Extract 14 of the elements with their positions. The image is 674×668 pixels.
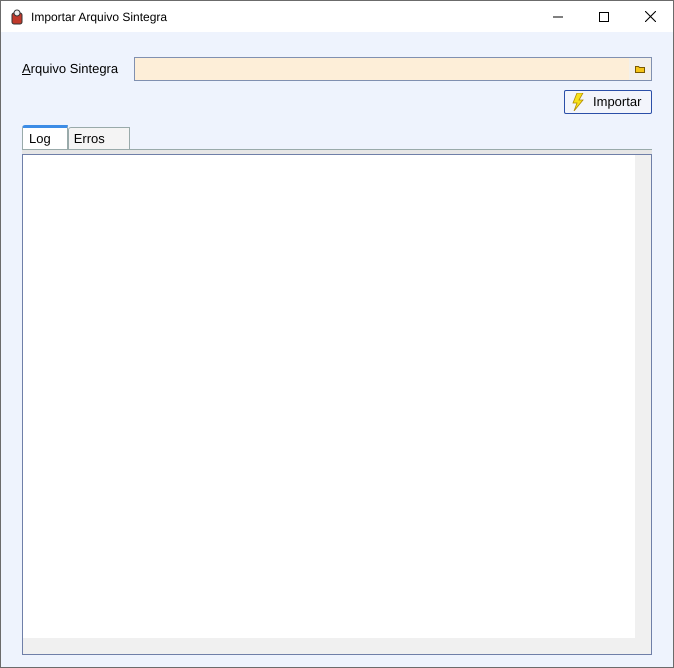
window-title: Importar Arquivo Sintegra [31,8,168,26]
close-icon [644,11,656,22]
vertical-scrollbar[interactable] [635,155,651,638]
maximize-icon [599,12,609,22]
tab[interactable]: Log [22,125,68,149]
tab[interactable]: Erros [68,127,130,149]
app-icon [9,8,25,24]
file-path-field[interactable] [134,57,652,81]
lightning-icon [571,93,585,111]
folder-button[interactable] [629,58,651,80]
folder-icon [635,65,645,73]
horizontal-scrollbar[interactable] [23,638,651,654]
field-label: Arquivo Sintegra [22,60,120,78]
import-button[interactable]: Importar [564,90,652,114]
